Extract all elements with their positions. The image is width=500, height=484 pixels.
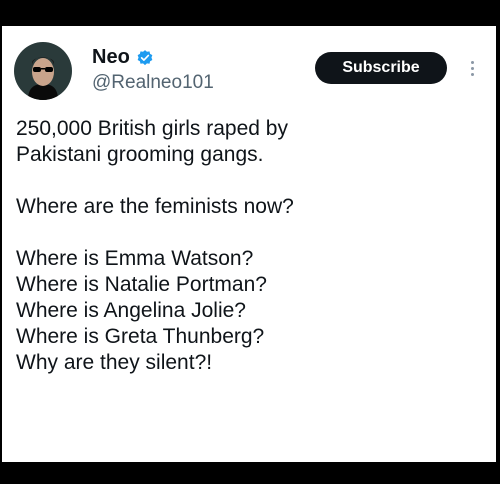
bottom-border xyxy=(0,462,500,484)
avatar[interactable] xyxy=(14,42,72,100)
tweet-line xyxy=(16,220,486,246)
author-handle[interactable]: @Realneo101 xyxy=(92,72,214,94)
tweet-line: Where is Emma Watson? xyxy=(16,247,254,270)
tweet-line: Why are they silent?! xyxy=(16,351,213,374)
tweet-line: 250,000 British girls raped by xyxy=(16,117,288,140)
tweet-text: 250,000 British girls raped by Pakistani… xyxy=(16,116,486,376)
verified-badge-icon xyxy=(136,49,154,67)
author-name[interactable]: Neo xyxy=(92,46,130,69)
tweet-line: Where is Angelina Jolie? xyxy=(16,299,246,322)
tweet-line: Where is Greta Thunberg? xyxy=(16,325,265,348)
more-vertical-icon[interactable] xyxy=(465,50,479,86)
tweet-line: Where are the feminists now? xyxy=(16,195,294,218)
tweet-line: Pakistani grooming gangs. xyxy=(16,143,264,166)
tweet-card: Neo @Realneo101 Subscribe 250,000 Britis… xyxy=(2,26,496,462)
subscribe-button[interactable]: Subscribe xyxy=(315,52,447,84)
top-border xyxy=(0,0,500,26)
tweet-line xyxy=(16,168,486,194)
tweet-line: Where is Natalie Portman? xyxy=(16,273,267,296)
